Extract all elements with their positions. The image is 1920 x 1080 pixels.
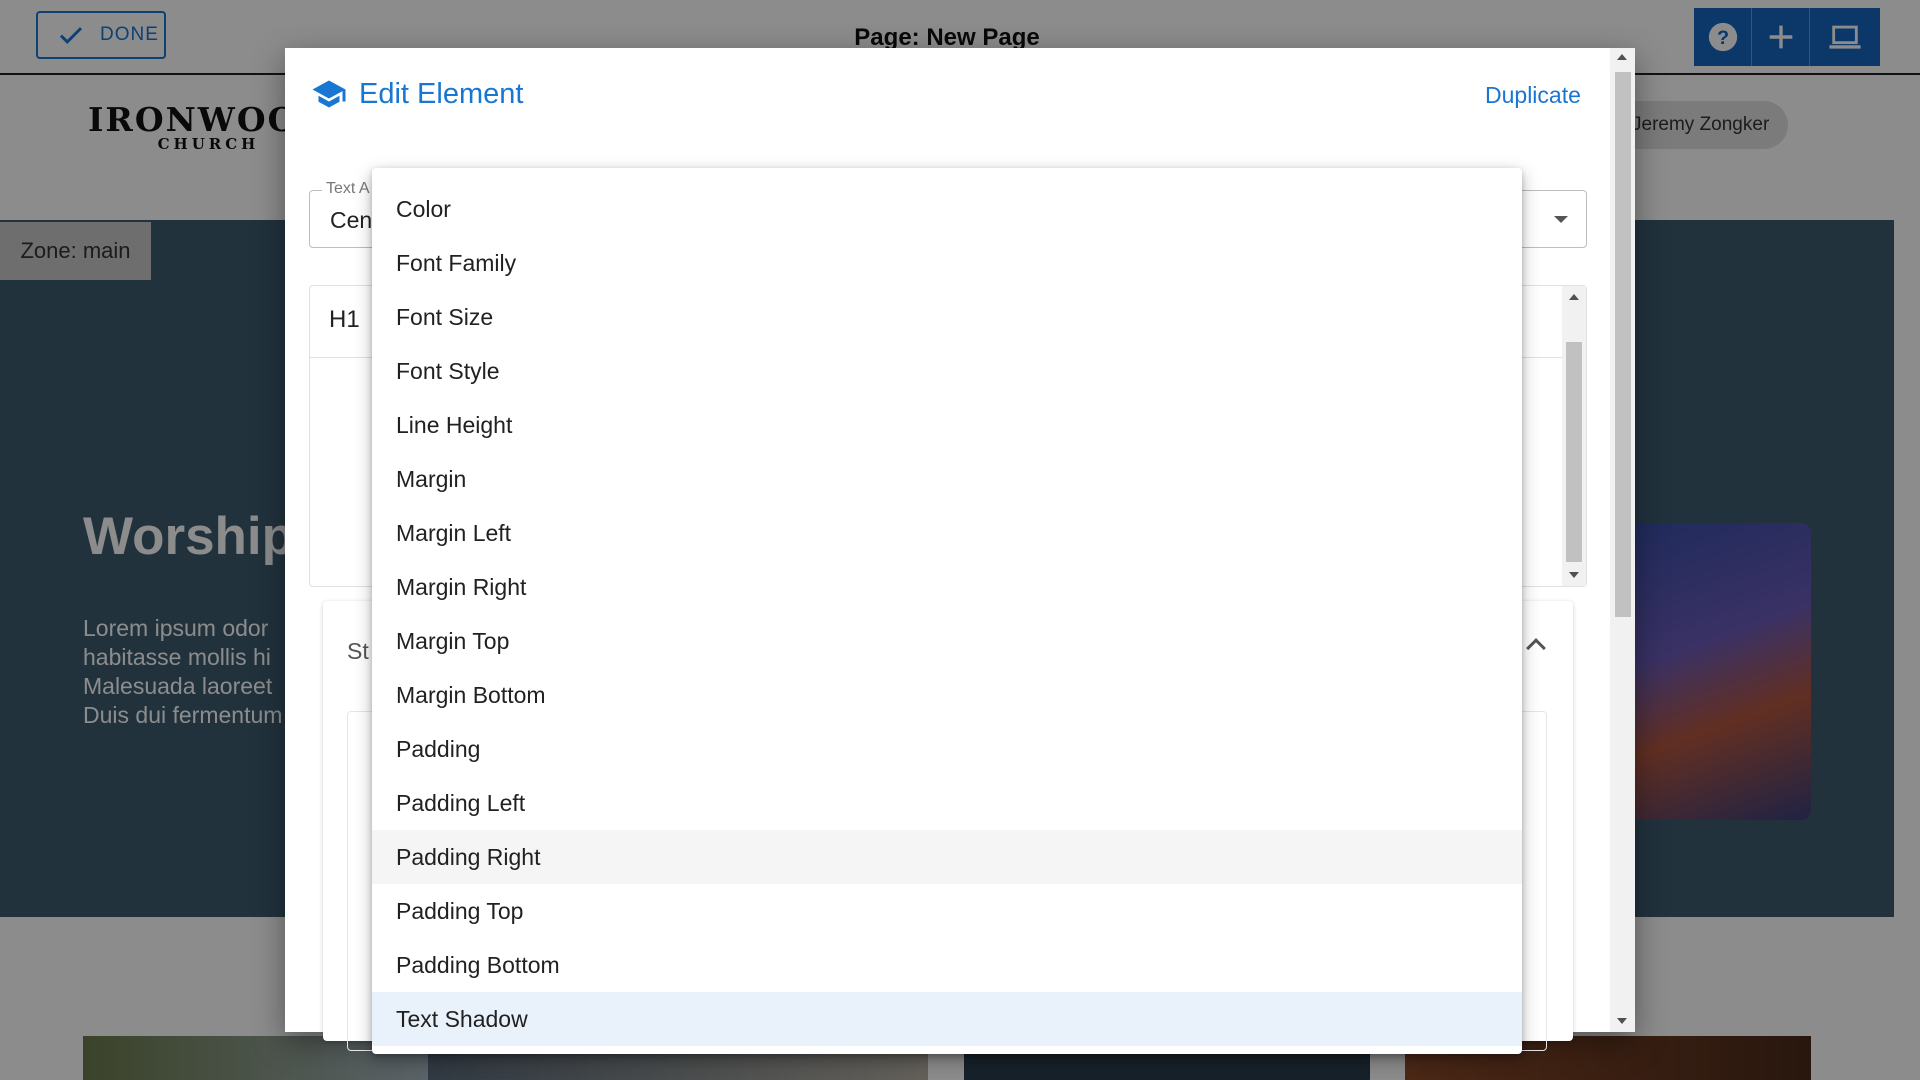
menu-item[interactable]: Line Height [372,398,1522,452]
chevron-up-icon[interactable] [1526,638,1546,658]
scroll-thumb[interactable] [1615,72,1631,617]
text-align-value: Cen [330,207,373,233]
menu-item[interactable]: Margin Right [372,560,1522,614]
menu-item[interactable]: Padding Top [372,884,1522,938]
menu-item[interactable]: Padding Bottom [372,938,1522,992]
menu-item[interactable]: Margin [372,452,1522,506]
menu-item[interactable]: Font Family [372,236,1522,290]
styles-panel-title: St [347,638,369,664]
duplicate-button[interactable]: Duplicate [1485,82,1581,109]
block-type-select[interactable]: H1 [329,306,360,334]
menu-item[interactable]: Font Style [372,344,1522,398]
menu-item[interactable]: Margin Left [372,506,1522,560]
menu-item[interactable]: Padding Right [372,830,1522,884]
menu-list: Color Font Family Font Size Font Style Line … [372,182,1522,1046]
graduation-cap-icon [312,80,346,108]
dialog-title: Edit Element [311,76,523,112]
style-property-menu: Color Font Family Font Size Font Style Line … [372,168,1522,1054]
scroll-thumb[interactable] [1566,342,1582,562]
menu-item[interactable]: Text Shadow [372,992,1522,1046]
menu-item[interactable]: Margin Bottom [372,668,1522,722]
scroll-up-arrow-icon[interactable] [1569,294,1579,300]
text-align-label: Text A [322,180,374,198]
editor-scrollbar[interactable] [1562,286,1586,586]
dialog-title-text: Edit Element [359,77,524,110]
scroll-down-arrow-icon[interactable] [1569,572,1579,578]
caret-down-icon [1554,216,1568,223]
menu-item[interactable]: Padding Left [372,776,1522,830]
menu-item[interactable]: Color [372,182,1522,236]
scroll-up-arrow-icon[interactable] [1617,54,1627,60]
scroll-down-arrow-icon[interactable] [1617,1018,1627,1024]
dialog-scrollbar[interactable] [1610,48,1635,1032]
menu-item[interactable]: Padding [372,722,1522,776]
menu-item[interactable]: Margin Top [372,614,1522,668]
menu-item[interactable]: Font Size [372,290,1522,344]
